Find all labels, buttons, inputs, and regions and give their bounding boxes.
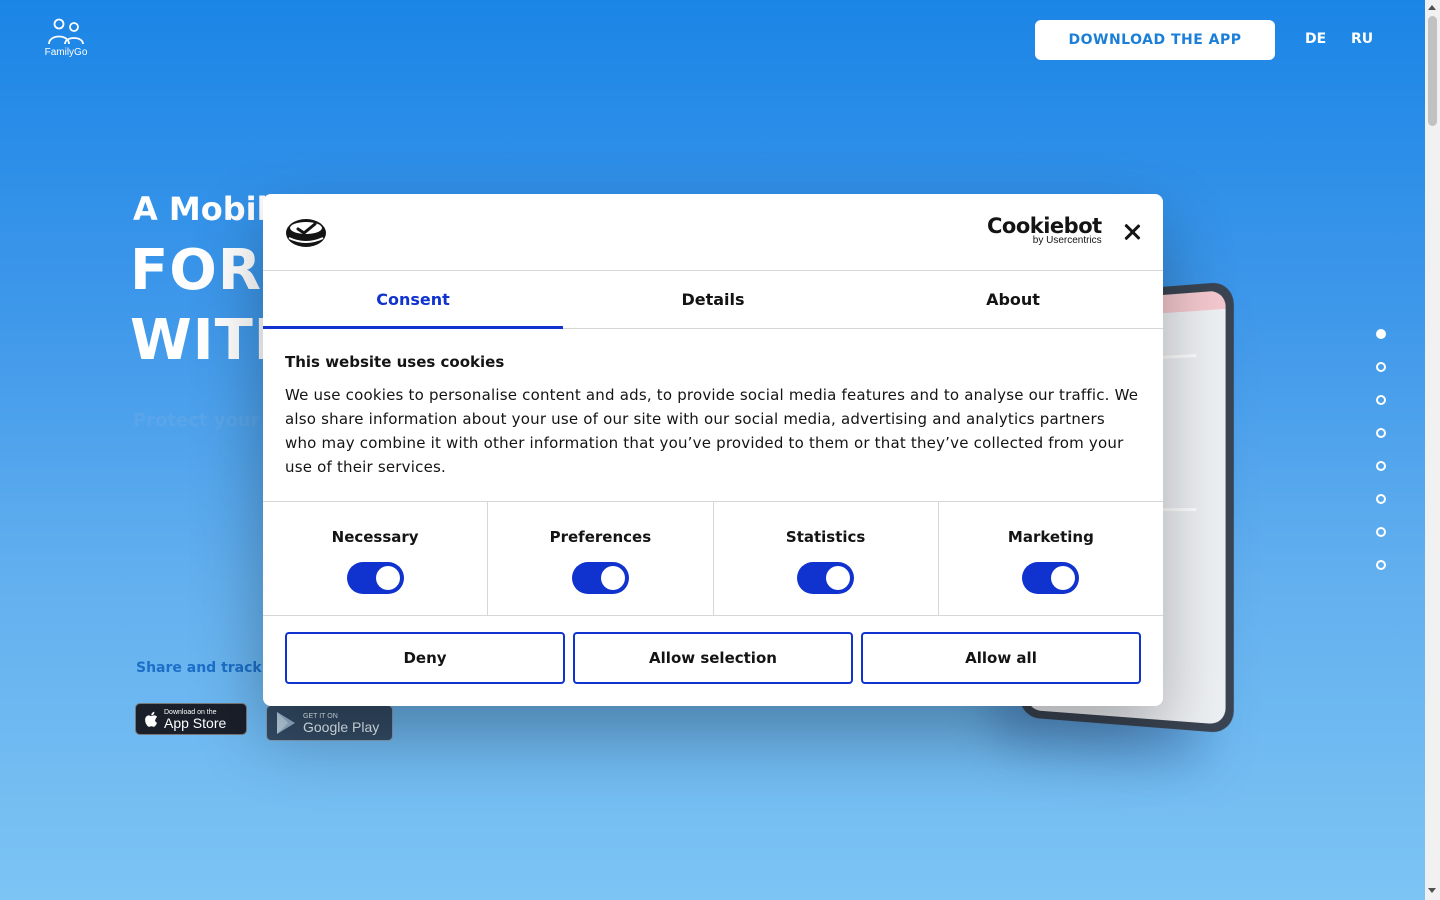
dialog-header: Cookiebot by Usercentrics — [263, 194, 1163, 271]
marketing-toggle[interactable] — [1022, 562, 1080, 594]
pagination-dot[interactable] — [1376, 362, 1386, 372]
category-label: Preferences — [549, 528, 652, 546]
preferences-toggle[interactable] — [571, 562, 629, 594]
category-label: Necessary — [331, 528, 419, 546]
pagination-dot[interactable] — [1376, 329, 1386, 339]
toggle-knob — [826, 566, 851, 590]
pagination-dot[interactable] — [1376, 527, 1386, 537]
category-marketing: Marketing — [939, 502, 1163, 615]
allow-selection-button[interactable]: Allow selection — [573, 632, 853, 684]
dialog-tabs: Consent Details About — [263, 271, 1163, 329]
cookiebot-brand[interactable]: Cookiebot by Usercentrics — [987, 214, 1102, 246]
toggle-knob — [600, 566, 625, 590]
toggle-knob — [375, 566, 400, 590]
pagination-dot[interactable] — [1376, 461, 1386, 471]
consent-actions: Deny Allow selection Allow all — [263, 616, 1163, 700]
familygo-logo[interactable]: FamilyGo — [44, 18, 88, 58]
pagination-dot[interactable] — [1376, 395, 1386, 405]
necessary-toggle[interactable] — [346, 562, 404, 594]
pagination-dot[interactable] — [1376, 428, 1386, 438]
scroll-down-arrow-icon[interactable] — [1428, 888, 1436, 893]
language-de-link[interactable]: DE — [1305, 31, 1326, 47]
app-store-badge[interactable]: Download on the App Store — [135, 703, 247, 735]
statistics-toggle[interactable] — [797, 562, 855, 594]
logo-text: FamilyGo — [44, 47, 88, 58]
toggle-knob — [1051, 566, 1076, 590]
scroll-up-arrow-icon[interactable] — [1428, 5, 1436, 10]
consent-text: We use cookies to personalise content an… — [285, 386, 1139, 476]
page-scrollbar[interactable] — [1425, 0, 1440, 900]
family-icon — [48, 18, 84, 45]
tab-details[interactable]: Details — [563, 271, 863, 328]
language-ru-link[interactable]: RU — [1351, 31, 1373, 47]
category-statistics: Statistics — [714, 502, 939, 615]
tab-about[interactable]: About — [863, 271, 1163, 328]
close-icon[interactable] — [1120, 220, 1144, 244]
download-app-button[interactable]: DOWNLOAD THE APP — [1035, 20, 1275, 60]
hero-description: Protect your lo — [133, 410, 285, 431]
google-play-icon — [277, 712, 295, 734]
app-store-big-text: App Store — [164, 714, 227, 731]
consent-body: This website uses cookies We use cookies… — [263, 329, 1163, 502]
pagination-dot[interactable] — [1376, 494, 1386, 504]
category-preferences: Preferences — [488, 502, 714, 615]
allow-all-button[interactable]: Allow all — [861, 632, 1141, 684]
category-label: Marketing — [1007, 528, 1094, 546]
google-play-big-text: Google Play — [303, 718, 380, 735]
consent-title: This website uses cookies — [285, 353, 505, 371]
cookie-consent-dialog: Cookiebot by Usercentrics Consent Detail… — [263, 194, 1163, 706]
apple-icon — [145, 711, 158, 727]
deny-button[interactable]: Deny — [285, 632, 565, 684]
category-label: Statistics — [785, 528, 866, 546]
pagination-dot[interactable] — [1376, 560, 1386, 570]
tab-consent[interactable]: Consent — [263, 271, 563, 329]
cookie-category-toggles: Necessary Preferences Statistics Marketi… — [263, 502, 1163, 616]
cookiebot-logo-icon — [286, 219, 326, 247]
category-necessary: Necessary — [263, 502, 489, 615]
section-pagination — [1376, 329, 1386, 593]
google-play-badge[interactable]: GET IT ON Google Play — [266, 705, 393, 741]
scroll-thumb[interactable] — [1428, 16, 1437, 126]
